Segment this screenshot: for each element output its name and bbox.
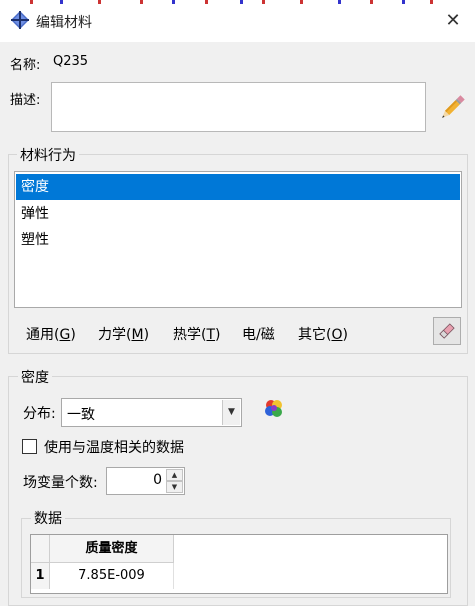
menu-mechanical[interactable]: 力学(M) — [98, 324, 149, 344]
density-group-title: 密度 — [18, 367, 52, 387]
behaviors-list[interactable]: 密度 弹性 塑性 — [14, 171, 462, 308]
behavior-category-menu: 通用(G) 力学(M) 热学(T) 电/磁 其它(O) — [14, 315, 428, 349]
color-palette-icon[interactable] — [262, 397, 286, 421]
material-diamond-icon — [11, 11, 29, 29]
row-header: 1 — [31, 563, 50, 589]
column-header-mass-density: 质量密度 — [50, 535, 174, 563]
table-corner — [31, 535, 50, 563]
menu-thermal[interactable]: 热学(T) — [173, 324, 221, 344]
delete-behavior-button[interactable] — [433, 317, 461, 345]
field-variables-value: 0 — [153, 472, 162, 488]
name-label: 名称: — [10, 58, 41, 73]
chevron-down-icon[interactable]: ▼ — [222, 400, 240, 425]
background-window-strip — [0, 0, 475, 4]
data-table: 质量密度 1 7.85E-009 — [30, 534, 448, 594]
window-title: 编辑材料 — [36, 15, 92, 31]
temperature-dependent-label: 使用与温度相关的数据 — [44, 440, 184, 456]
name-value: Q235 — [53, 54, 89, 69]
edit-description-pencil-icon[interactable] — [438, 93, 466, 123]
distribution-label: 分布: — [23, 406, 56, 422]
behavior-item-plastic[interactable]: 塑性 — [16, 227, 460, 253]
distribution-select[interactable]: 一致 ▼ — [61, 398, 242, 427]
temperature-dependent-checkbox[interactable] — [22, 439, 37, 454]
description-field[interactable] — [51, 82, 426, 132]
data-group-title: 数据 — [31, 508, 65, 528]
menu-general[interactable]: 通用(G) — [26, 324, 76, 344]
close-button[interactable]: ✕ — [440, 8, 466, 34]
menu-electromagnetic[interactable]: 电/磁 — [242, 324, 275, 344]
behavior-item-elastic[interactable]: 弹性 — [16, 201, 460, 227]
material-behaviors-title: 材料行为 — [17, 145, 79, 165]
field-variables-label: 场变量个数: — [23, 475, 98, 491]
behavior-item-density[interactable]: 密度 — [16, 174, 460, 200]
eraser-icon — [439, 323, 455, 339]
field-variables-spinner[interactable]: 0 ▲ ▼ — [106, 467, 185, 495]
menu-other[interactable]: 其它(O) — [298, 324, 348, 344]
spin-down-icon[interactable]: ▼ — [166, 481, 183, 493]
distribution-value: 一致 — [67, 407, 95, 423]
spinner-buttons: ▲ ▼ — [166, 469, 183, 493]
description-label: 描述: — [10, 93, 41, 108]
table-cell[interactable]: 7.85E-009 — [50, 563, 174, 589]
spin-up-icon[interactable]: ▲ — [166, 469, 183, 481]
